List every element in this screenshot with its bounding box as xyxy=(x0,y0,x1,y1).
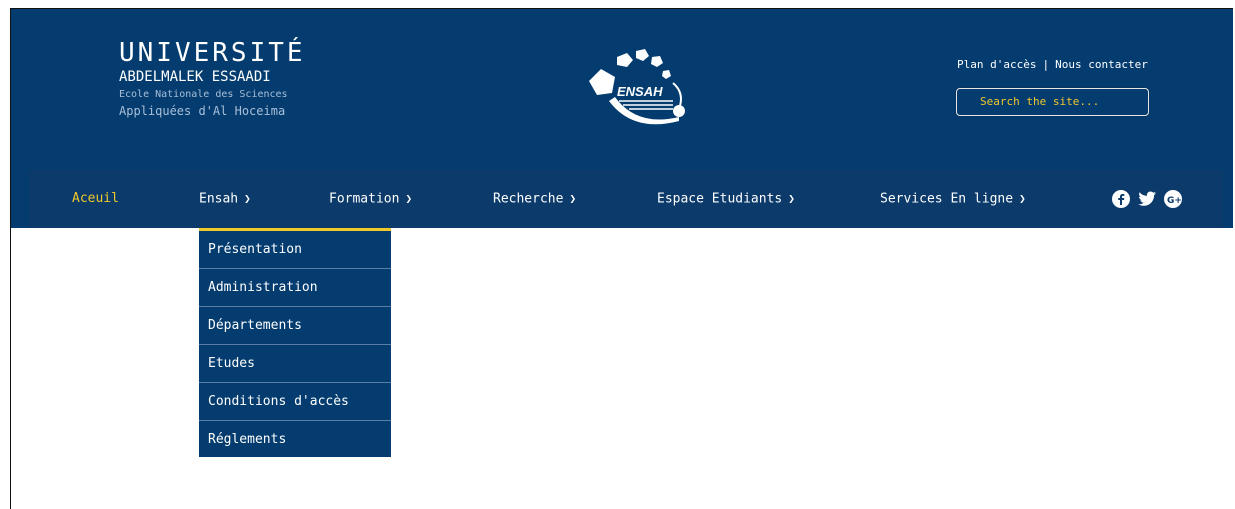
nav-item-aceuil[interactable]: Aceuil xyxy=(72,170,119,228)
university-brand[interactable]: UNIVERSITÉ ABDELMALEK ESSAADI Ecole Nati… xyxy=(119,39,306,120)
school-name-line1: Ecole Nationale des Sciences xyxy=(119,89,288,100)
menu-item-administration[interactable]: Administration xyxy=(199,269,391,307)
menu-item-presentation[interactable]: Présentation xyxy=(199,231,391,269)
twitter-icon[interactable] xyxy=(1137,190,1157,208)
nav-label: Formation xyxy=(329,191,400,207)
menu-item-reglements[interactable]: Réglements xyxy=(199,421,391,457)
university-title: UNIVERSITÉ xyxy=(119,38,306,68)
nav-item-recherche[interactable]: Recherche ❯ xyxy=(493,170,576,228)
logo-text: ENSAH xyxy=(617,84,663,99)
ensah-logo[interactable]: ENSAH xyxy=(587,47,697,131)
chevron-down-icon: ❯ xyxy=(1019,192,1026,205)
nav-item-espace-etudiants[interactable]: Espace Etudiants ❯ xyxy=(657,170,795,228)
nav-item-formation[interactable]: Formation ❯ xyxy=(329,170,412,228)
nav-label: Services En ligne xyxy=(880,191,1014,207)
nav-item-services-en-ligne[interactable]: Services En ligne ❯ xyxy=(880,170,1026,228)
nav-label: Aceuil xyxy=(72,191,119,206)
menu-item-departements[interactable]: Départements xyxy=(199,307,391,345)
social-links: G+ xyxy=(1112,190,1182,208)
chevron-down-icon: ❯ xyxy=(405,192,413,205)
google-plus-icon[interactable]: G+ xyxy=(1164,190,1182,208)
contact-link[interactable]: Nous contacter xyxy=(1055,58,1148,71)
nav-label: Ensah xyxy=(199,191,239,207)
nav-label: Recherche xyxy=(493,191,564,207)
main-nav: Aceuil Ensah ❯ Formation ❯ Recherche ❯ Espa… xyxy=(29,170,1223,228)
nav-label: Espace Etudiants xyxy=(657,191,783,207)
menu-item-conditions-acces[interactable]: Conditions d'accès xyxy=(199,383,391,421)
nav-item-ensah[interactable]: Ensah ❯ xyxy=(199,170,251,228)
ensah-dropdown-menu: Présentation Administration Départements… xyxy=(199,228,391,457)
school-name-line2: Appliquées d'Al Hoceima xyxy=(119,104,286,118)
top-links: Plan d'accès | Nous contacter xyxy=(957,58,1148,71)
search-input[interactable]: Search the site... xyxy=(956,88,1149,116)
chevron-down-icon: ❯ xyxy=(569,192,577,205)
chevron-down-icon: ❯ xyxy=(788,192,795,205)
university-subtitle: ABDELMALEK ESSAADI xyxy=(119,69,271,85)
svg-text:G+: G+ xyxy=(1167,196,1182,206)
facebook-icon[interactable] xyxy=(1112,190,1130,208)
chevron-down-icon: ❯ xyxy=(244,192,251,205)
link-separator: | xyxy=(1042,58,1050,71)
menu-item-etudes[interactable]: Etudes xyxy=(199,345,391,383)
plan-link[interactable]: Plan d'accès xyxy=(957,58,1036,71)
